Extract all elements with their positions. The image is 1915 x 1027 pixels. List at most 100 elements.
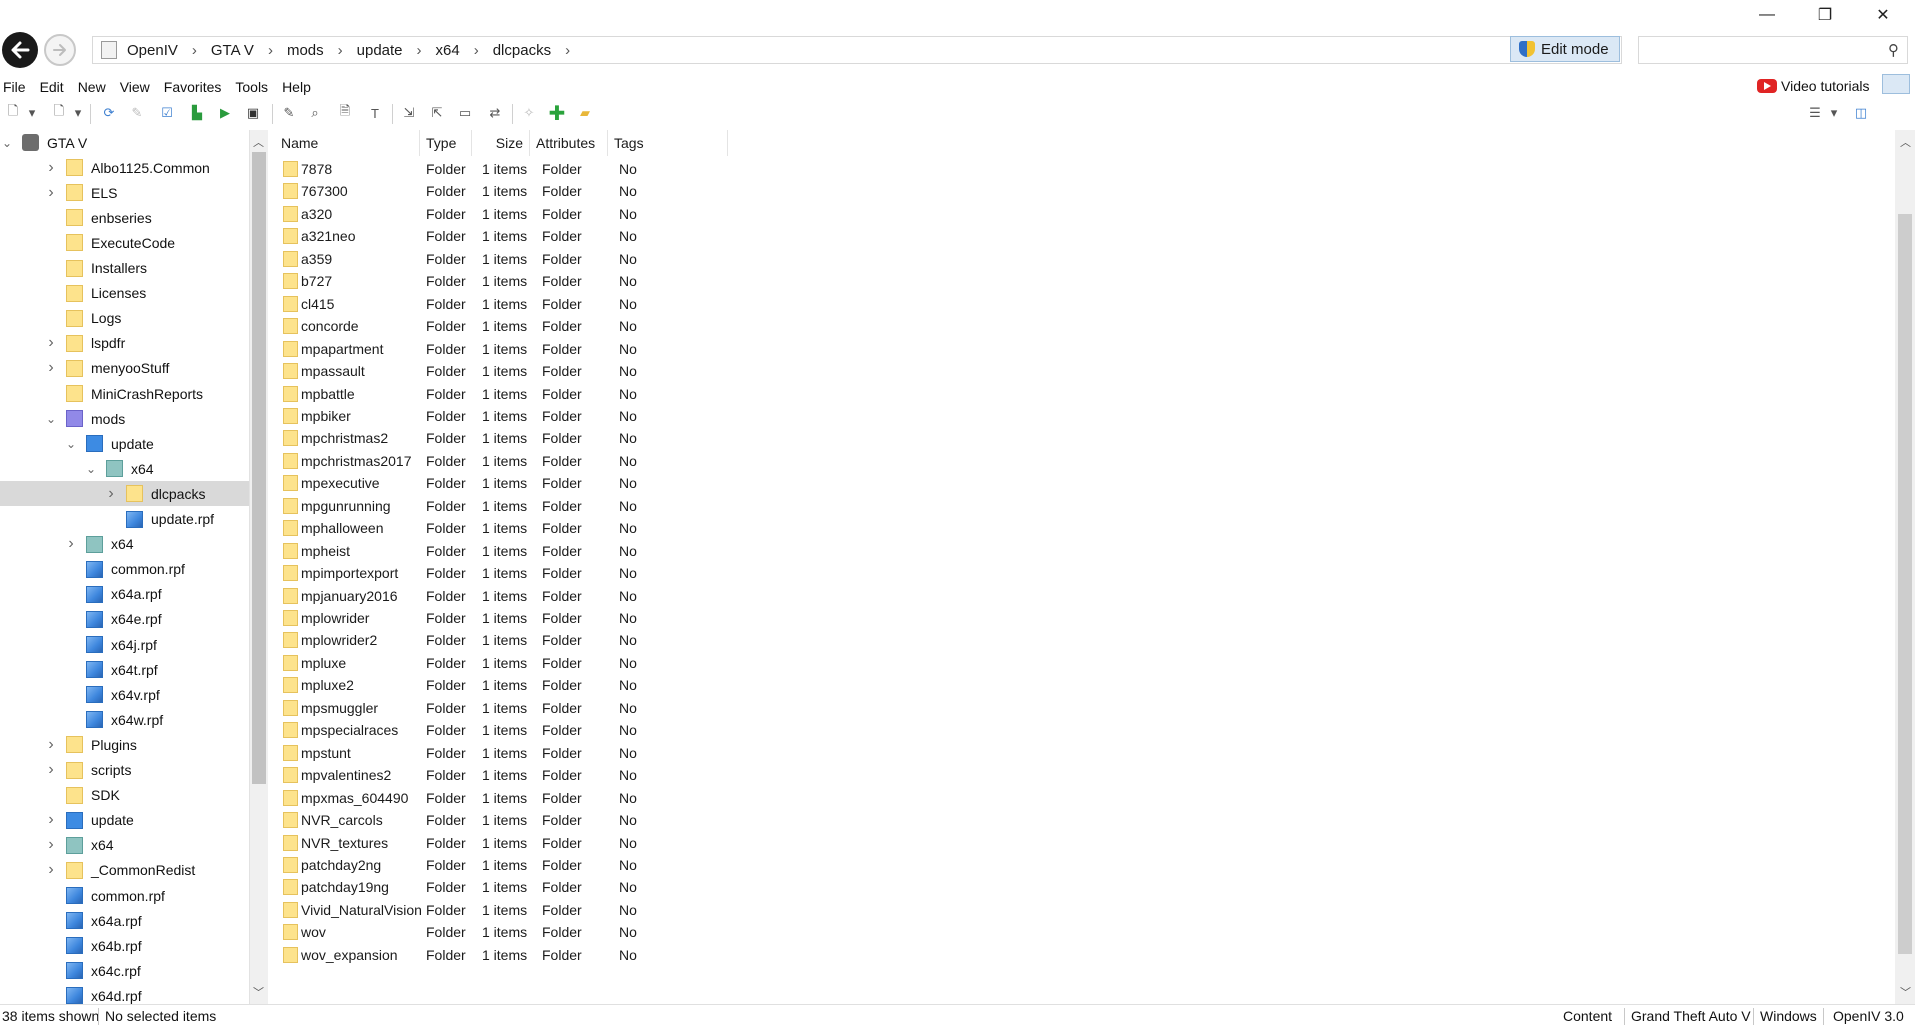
tree-item[interactable]: SDK <box>0 783 249 808</box>
tree-item[interactable]: ⌄ GTA V <box>0 130 249 155</box>
tree-item[interactable]: ExecuteCode <box>0 230 249 255</box>
breadcrumb-item[interactable]: OpenIV › <box>117 37 201 63</box>
breadcrumb-chevron-icon[interactable]: › <box>188 42 201 59</box>
file-row[interactable]: mpluxe Folder 1 items Folder No <box>275 652 735 674</box>
breadcrumb-item[interactable]: GTA V › <box>201 37 277 63</box>
tree-item[interactable]: x64e.rpf <box>0 607 249 632</box>
breadcrumb-chevron-icon[interactable]: › <box>413 42 426 59</box>
file-row[interactable]: mpchristmas2 Folder 1 items Folder No <box>275 427 735 449</box>
tree-item[interactable]: › x64 <box>0 532 249 557</box>
chevron-right-icon[interactable]: › <box>44 808 58 833</box>
chevron-right-icon[interactable]: › <box>44 833 58 858</box>
forward-button[interactable] <box>44 34 76 66</box>
chevron-right-icon[interactable]: › <box>44 331 58 356</box>
file-row[interactable]: mpluxe2 Folder 1 items Folder No <box>275 674 735 696</box>
tree-item[interactable]: Licenses <box>0 281 249 306</box>
file-row[interactable]: wov Folder 1 items Folder No <box>275 921 735 943</box>
file-row[interactable]: b727 Folder 1 items Folder No <box>275 270 735 292</box>
dropdown-arrow-icon[interactable]: ▾ <box>1828 104 1840 122</box>
video-tutorials-link[interactable]: Video tutorials <box>1757 76 1869 96</box>
tree-item[interactable]: Logs <box>0 306 249 331</box>
add-icon[interactable]: ✚ <box>548 103 566 125</box>
tree-item[interactable]: › scripts <box>0 758 249 783</box>
menu-tools[interactable]: Tools <box>228 79 275 95</box>
tree-item[interactable]: › menyooStuff <box>0 356 249 381</box>
chevron-right-icon[interactable]: › <box>44 180 58 205</box>
file-row[interactable]: mpstunt Folder 1 items Folder No <box>275 742 735 764</box>
list-scrollbar-thumb[interactable] <box>1898 214 1912 954</box>
chevron-down-icon[interactable]: ﹀ <box>1900 984 1911 1000</box>
close-button[interactable]: ✕ <box>1854 0 1912 30</box>
chevron-right-icon[interactable]: › <box>44 732 58 757</box>
tree-item[interactable]: x64a.rpf <box>0 582 249 607</box>
search-input[interactable] <box>1639 37 1879 63</box>
breadcrumb-item[interactable]: mods › <box>277 37 347 63</box>
column-header-size[interactable]: Size <box>472 130 530 156</box>
column-header-name[interactable]: Name <box>275 130 420 156</box>
chevron-up-icon[interactable]: ︿ <box>1900 134 1911 150</box>
file-row[interactable]: mplowrider2 Folder 1 items Folder No <box>275 629 735 651</box>
tree-item[interactable]: ⌄ update <box>0 431 249 456</box>
search-icon[interactable]: ⚲ <box>1888 41 1899 59</box>
import-icon[interactable]: ⇱ <box>428 104 446 122</box>
tree-item[interactable]: x64w.rpf <box>0 707 249 732</box>
minimize-button[interactable]: — <box>1738 0 1796 30</box>
tree-icon[interactable]: ▙ <box>188 104 206 122</box>
file-row[interactable]: mpapartment Folder 1 items Folder No <box>275 338 735 360</box>
tree-item[interactable]: x64b.rpf <box>0 933 249 958</box>
breadcrumb-chevron-icon[interactable]: › <box>264 42 277 59</box>
menu-new[interactable]: New <box>71 79 113 95</box>
tree-item[interactable]: enbseries <box>0 205 249 230</box>
chevron-right-icon[interactable]: › <box>104 481 118 506</box>
tree-item[interactable]: MiniCrashReports <box>0 381 249 406</box>
breadcrumb-item[interactable]: dlcpacks › <box>483 37 574 63</box>
file-row[interactable]: NVR_textures Folder 1 items Folder No <box>275 832 735 854</box>
rename-icon[interactable]: ▭ <box>456 104 474 122</box>
clear-icon[interactable]: ✎ <box>128 104 146 122</box>
chevron-right-icon[interactable]: › <box>44 356 58 381</box>
tree-item[interactable]: x64c.rpf <box>0 958 249 983</box>
file-row[interactable]: mpvalentines2 Folder 1 items Folder No <box>275 764 735 786</box>
file-row[interactable]: mpspecialraces Folder 1 items Folder No <box>275 719 735 741</box>
breadcrumb-chevron-icon[interactable]: › <box>334 42 347 59</box>
tree-item[interactable]: ⌄ mods <box>0 406 249 431</box>
edit-mode-button[interactable]: Edit mode <box>1510 36 1620 62</box>
tree-item[interactable]: ⌄ x64 <box>0 456 249 481</box>
tree-item[interactable]: x64j.rpf <box>0 632 249 657</box>
menu-favorites[interactable]: Favorites <box>157 79 229 95</box>
tree-item[interactable]: x64d.rpf <box>0 983 249 1004</box>
edit-icon[interactable]: ✎ <box>280 104 298 122</box>
tree-item[interactable]: › update <box>0 808 249 833</box>
file-row[interactable]: mpchristmas2017 Folder 1 items Folder No <box>275 450 735 472</box>
file-row[interactable]: mpimportexport Folder 1 items Folder No <box>275 562 735 584</box>
chevron-down-icon[interactable]: ⌄ <box>44 406 58 431</box>
chevron-down-icon[interactable]: ⌄ <box>0 130 14 155</box>
menu-file[interactable]: File <box>0 79 33 95</box>
export-icon[interactable]: ⇲ <box>400 104 418 122</box>
disabled-tool-icon[interactable]: ✧ <box>520 104 538 122</box>
search-doc-icon[interactable]: ⌕ <box>306 104 324 122</box>
file-row[interactable]: mphalloween Folder 1 items Folder No <box>275 517 735 539</box>
tree-item[interactable]: › dlcpacks <box>0 481 249 507</box>
file-row[interactable]: mpassault Folder 1 items Folder No <box>275 360 735 382</box>
file-row[interactable]: Vivid_NaturalVision Folder 1 items Folder No <box>275 899 735 921</box>
file-row[interactable]: mpheist Folder 1 items Folder No <box>275 540 735 562</box>
tree-item[interactable]: common.rpf <box>0 557 249 582</box>
list-scrollbar[interactable]: ︿ ﹀ <box>1895 130 1915 1004</box>
file-row[interactable]: mplowrider Folder 1 items Folder No <box>275 607 735 629</box>
file-row[interactable]: 767300 Folder 1 items Folder No <box>275 180 735 202</box>
column-header-tags[interactable]: Tags <box>608 130 728 156</box>
tree-item[interactable]: Installers <box>0 256 249 281</box>
chevron-down-icon[interactable]: ﹀ <box>253 984 264 1000</box>
save-icon[interactable]: ▣ <box>244 104 262 122</box>
file-row[interactable]: mpxmas_604490 Folder 1 items Folder No <box>275 787 735 809</box>
file-row[interactable]: a321neo Folder 1 items Folder No <box>275 225 735 247</box>
search-box[interactable]: ⚲ <box>1638 36 1908 64</box>
chevron-up-icon[interactable]: ︿ <box>253 134 264 150</box>
column-header-type[interactable]: Type <box>420 130 472 156</box>
new-item-icon[interactable]: 🗋 <box>50 103 68 122</box>
file-row[interactable]: a320 Folder 1 items Folder No <box>275 203 735 225</box>
tree-item[interactable]: › Plugins <box>0 732 249 757</box>
replace-icon[interactable]: ⇄ <box>486 104 504 122</box>
chevron-down-icon[interactable]: ⌄ <box>64 431 78 456</box>
